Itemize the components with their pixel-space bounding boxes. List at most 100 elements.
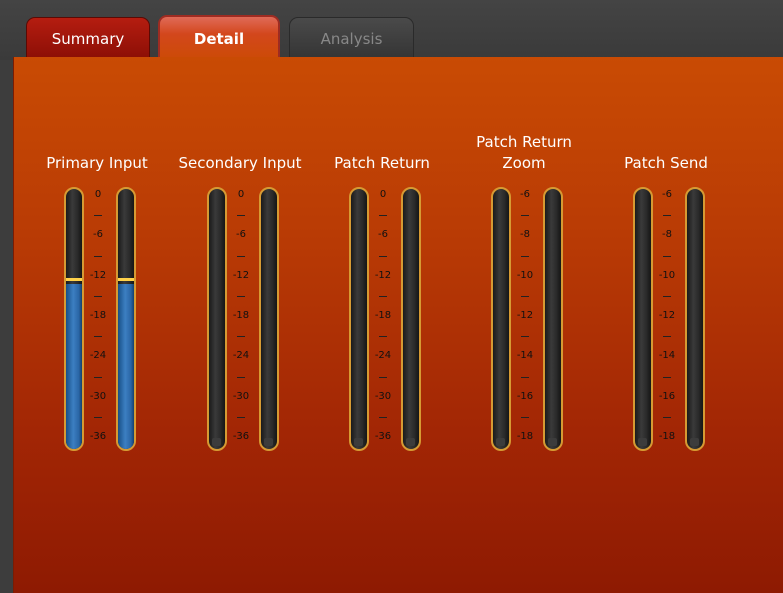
scale-minor-tick [94,336,102,338]
scale-tick-label: -30 [232,390,250,402]
meter-group-patch-return-zoom: Patch Return Zoom -6 -8 -10 -12 -14 -16 -18 [455,57,593,477]
scale-minor-tick [237,215,245,217]
meter-group-patch-return: Patch Return 0 -6 -12 -18 -24 -30 -36 [313,57,451,477]
scale-tick-label: -36 [374,431,392,442]
scale-minor-tick [663,376,671,378]
scale-tick-label: -10 [516,269,534,281]
scale-minor-tick [237,416,245,418]
meter-channel-right [401,187,421,451]
meter-channel-left [349,187,369,451]
scale-minor-tick [94,215,102,217]
scale-minor-tick [94,376,102,378]
meter-base-cap [212,438,221,446]
meter-base-cap [690,438,699,446]
meter-label: Patch Send [624,154,708,172]
scale-minor-tick [521,416,529,418]
scale-tick-label: -18 [374,310,392,321]
scale-tick-label: -8 [662,229,672,241]
tab-analysis[interactable]: Analysis [289,17,414,58]
scale-tick-label: -12 [232,269,250,281]
meter-base-cap [406,438,415,446]
scale-tick-label: -14 [658,350,676,362]
tab-summary[interactable]: Summary [26,17,150,58]
scale-tick-label: -14 [516,350,534,362]
tab-bar: Summary Detail Analysis [0,0,783,60]
meter-level-fill [66,284,82,449]
meter-scale: -6 -8 -10 -12 -14 -16 -18 [513,187,537,451]
scale-tick-label: -24 [374,350,392,362]
scale-minor-tick [237,376,245,378]
scale-tick-label: -16 [516,390,534,402]
meter-label: Secondary Input [178,154,302,172]
scale-tick-label: 0 [379,189,387,200]
scale-tick-label: -6 [378,229,388,241]
scale-tick-label: -6 [662,189,672,200]
scale-tick-label: -6 [236,229,246,241]
scale-minor-tick [521,336,529,338]
meter-base-cap [354,438,363,446]
meter-group-secondary-input: Secondary Input 0 -6 -12 -18 -24 -30 -36 [171,57,309,477]
scale-tick-label: -36 [89,431,107,442]
meter-channel-left [491,187,511,451]
meter-channel-right [543,187,563,451]
scale-minor-tick [663,336,671,338]
scale-tick-label: -18 [232,310,250,321]
meter-scale: 0 -6 -12 -18 -24 -30 -36 [371,187,395,451]
tab-detail[interactable]: Detail [158,15,280,60]
scale-minor-tick [663,295,671,297]
meter-base-cap [638,438,647,446]
meter-channel-left [207,187,227,451]
scale-tick-label: -18 [658,431,676,442]
scale-tick-label: -12 [374,269,392,281]
scale-minor-tick [94,416,102,418]
detail-panel: Primary Input 0 -6 -12 -18 -24 -30 -36 Secondary… [13,57,783,593]
scale-minor-tick [663,255,671,257]
meter-base-cap [548,438,557,446]
scale-tick-label: -12 [658,310,676,321]
meter-base-cap [496,438,505,446]
scale-minor-tick [521,376,529,378]
meter-label: Patch Return [334,154,430,172]
meter-peak-marker [118,278,134,282]
scale-minor-tick [379,295,387,297]
scale-tick-label: -8 [520,229,530,241]
scale-minor-tick [379,376,387,378]
scale-tick-label: -30 [89,390,107,402]
meter-scale: 0 -6 -12 -18 -24 -30 -36 [86,187,110,451]
scale-tick-label: -12 [89,269,107,281]
scale-tick-label: -6 [520,189,530,200]
meter-channel-right [685,187,705,451]
scale-tick-label: -16 [658,390,676,402]
scale-minor-tick [379,255,387,257]
scale-minor-tick [94,255,102,257]
scale-tick-label: -18 [89,310,107,321]
scale-minor-tick [379,416,387,418]
scale-minor-tick [237,336,245,338]
scale-minor-tick [237,255,245,257]
meter-group-primary-input: Primary Input 0 -6 -12 -18 -24 -30 -36 [28,57,166,477]
scale-tick-label: 0 [94,189,102,200]
meter-channel-left [64,187,84,451]
meter-peak-marker [66,278,82,282]
meter-label: Patch Return Zoom [476,133,572,172]
scale-tick-label: -18 [516,431,534,442]
scale-tick-label: -6 [93,229,103,241]
scale-minor-tick [379,215,387,217]
meter-channel-left [633,187,653,451]
scale-tick-label: -30 [374,390,392,402]
scale-minor-tick [521,215,529,217]
scale-minor-tick [521,255,529,257]
scale-tick-label: -24 [89,350,107,362]
scale-tick-label: 0 [237,189,245,200]
scale-minor-tick [663,215,671,217]
scale-minor-tick [237,295,245,297]
meter-scale: 0 -6 -12 -18 -24 -30 -36 [229,187,253,451]
scale-tick-label: -10 [658,269,676,281]
scale-tick-label: -24 [232,350,250,362]
meter-channel-right [259,187,279,451]
scale-tick-label: -36 [232,431,250,442]
scale-minor-tick [379,336,387,338]
scale-tick-label: -12 [516,310,534,321]
meter-channel-right [116,187,136,451]
scale-minor-tick [663,416,671,418]
